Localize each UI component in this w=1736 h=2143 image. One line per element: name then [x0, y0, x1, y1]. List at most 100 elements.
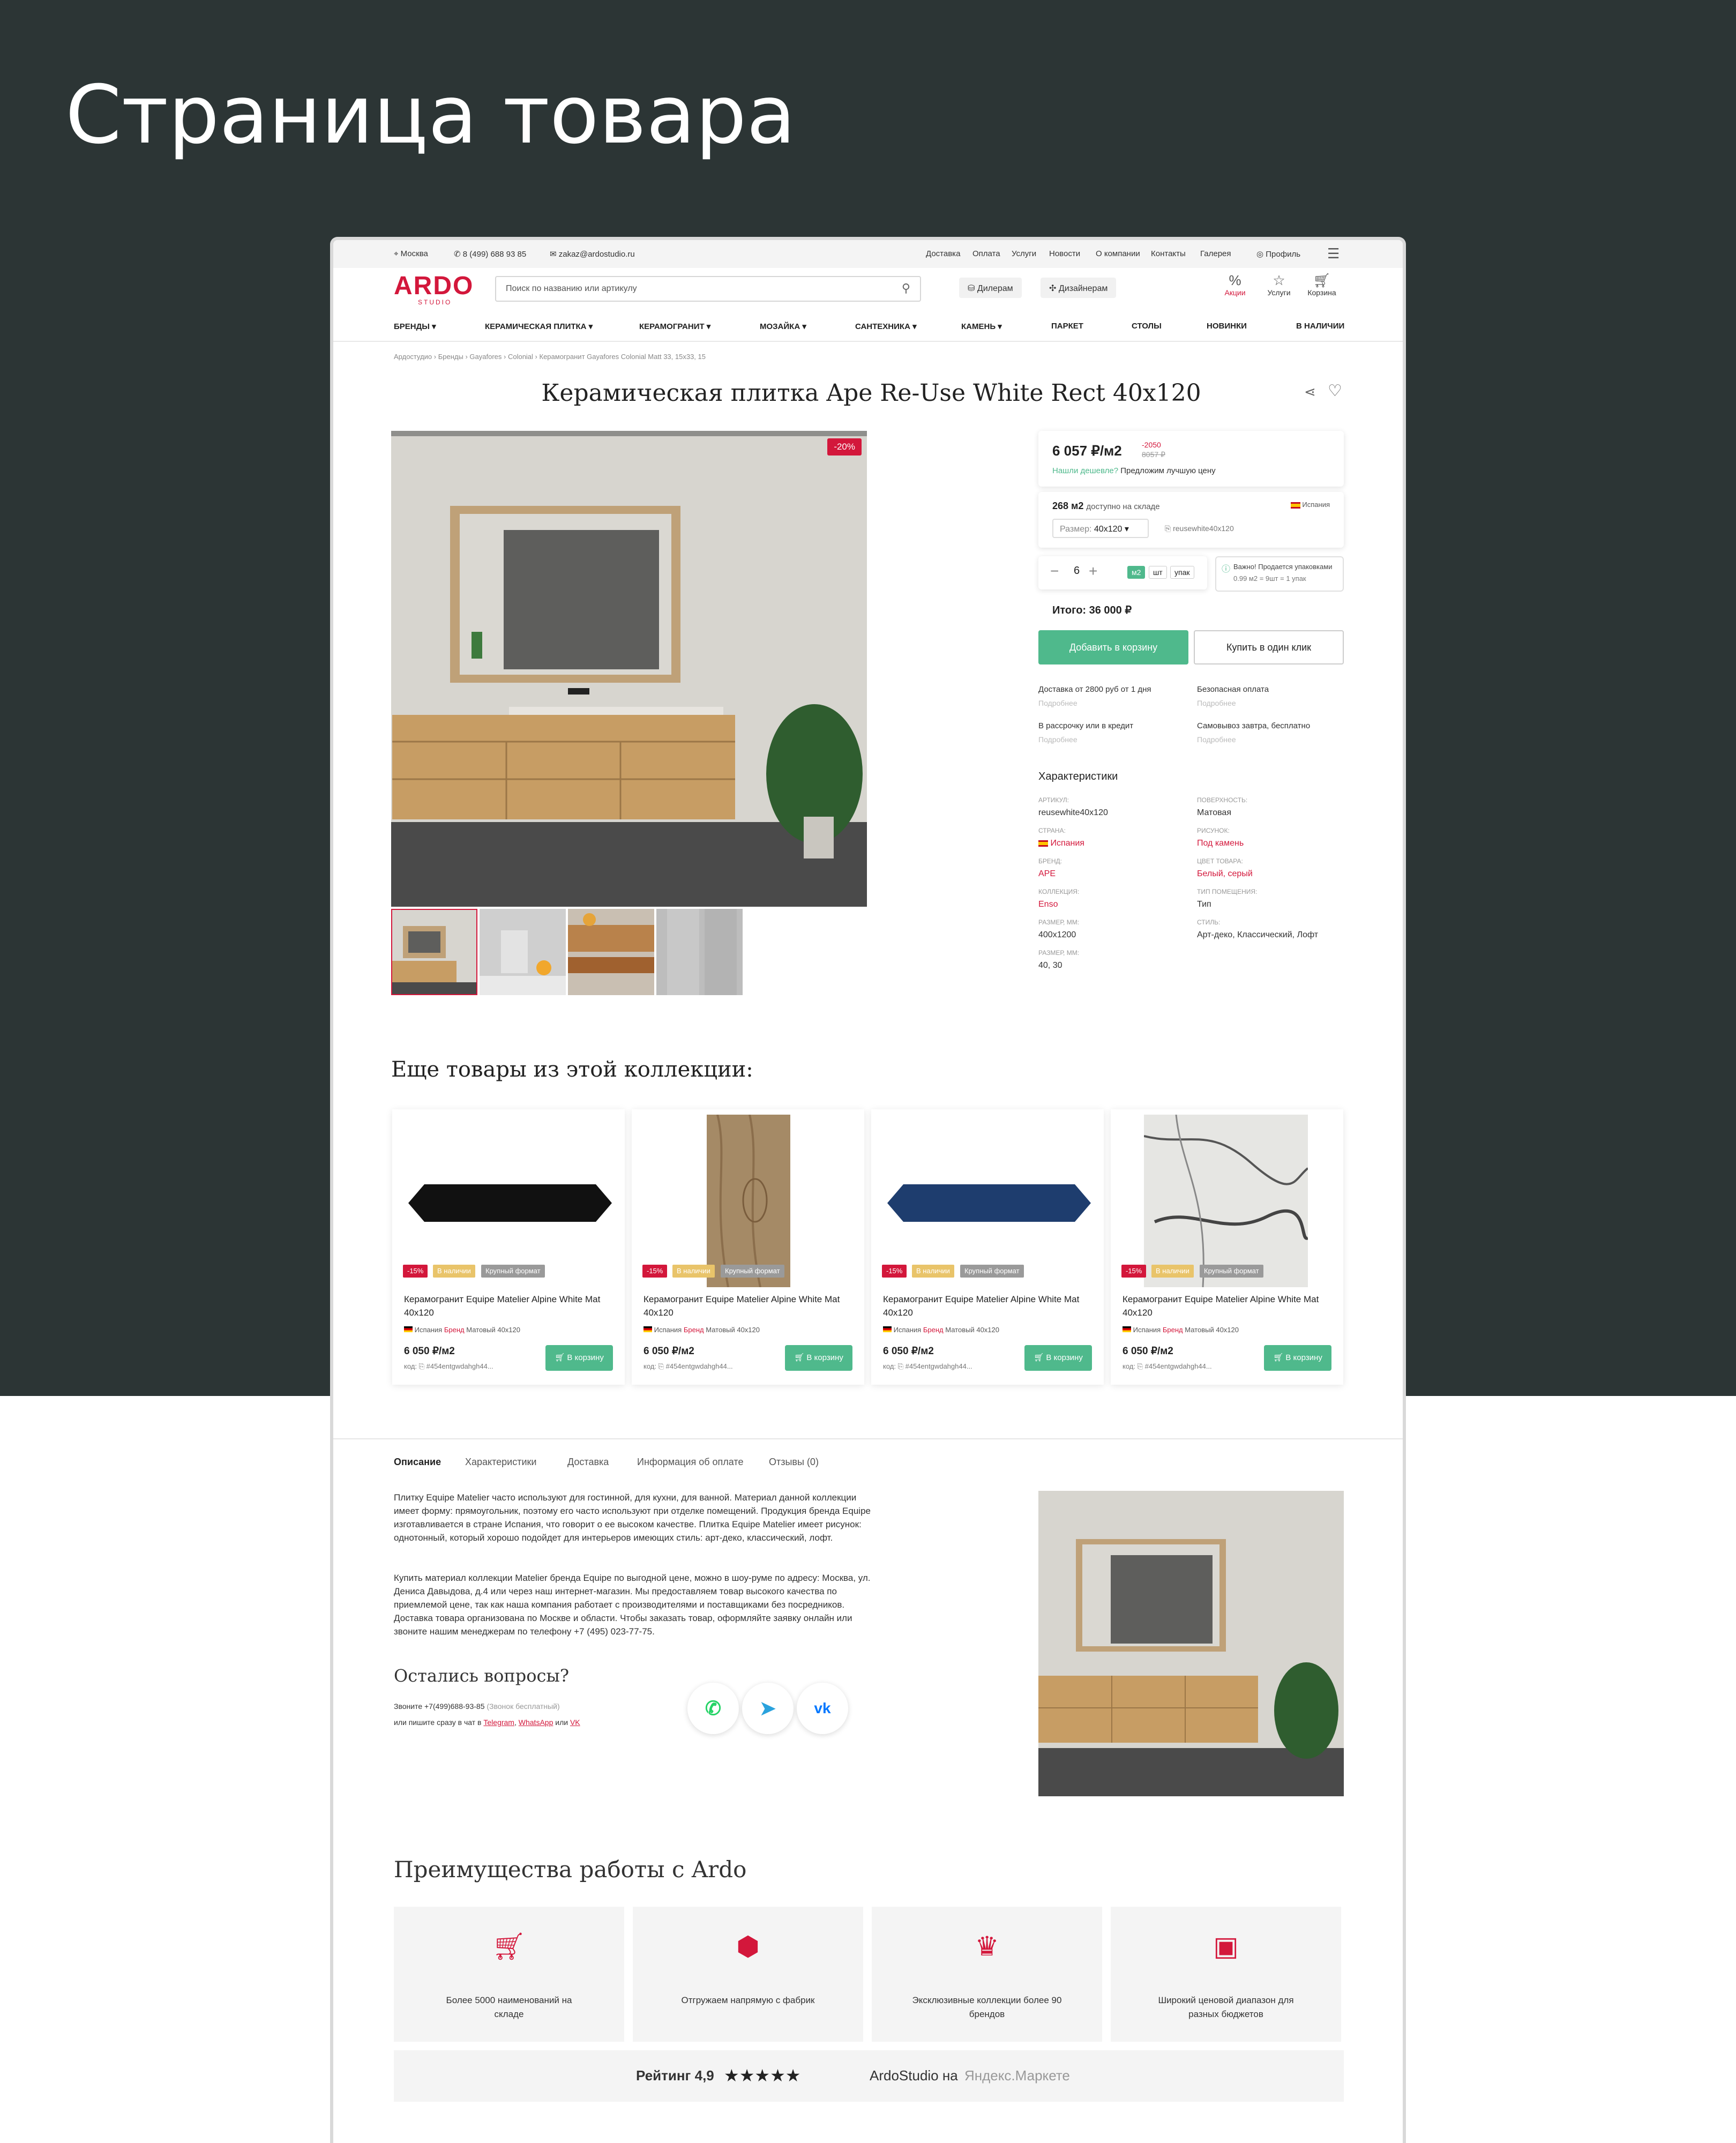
tab-description[interactable]: Описание — [394, 1457, 441, 1468]
toplink-payment[interactable]: Оплата — [972, 249, 1000, 258]
breadcrumb-item[interactable]: Colonial — [508, 353, 533, 361]
unit-pcs[interactable]: шт — [1149, 566, 1167, 579]
toplink-about[interactable]: О компании — [1096, 249, 1140, 258]
add-to-cart-button[interactable]: 🛒︎ В корзину — [785, 1345, 852, 1371]
unit-pack[interactable]: упак — [1170, 566, 1194, 579]
nav-porcelain[interactable]: КЕРАМОГРАНИТ ▾ — [639, 322, 710, 331]
tab-reviews[interactable]: Отзывы (0) — [769, 1457, 819, 1468]
nav-parquet[interactable]: ПАРКЕТ — [1051, 322, 1083, 331]
service-more-link[interactable]: Подробнее — [1197, 699, 1236, 707]
tab-specs[interactable]: Характеристики — [465, 1457, 536, 1468]
advantage-card: ♛ Эксклюзивные коллекции более 90 брендо… — [872, 1907, 1102, 2042]
service-credit: В рассрочку или в кредит — [1038, 721, 1134, 730]
spec-label: СТИЛЬ: — [1197, 919, 1221, 926]
quantity-value[interactable]: 6 — [1074, 565, 1080, 577]
product-meta: Испания Бренд Матовый 40x120 — [883, 1326, 999, 1334]
service-delivery: Доставка от 2800 руб от 1 дня — [1038, 685, 1151, 694]
telegram-icon[interactable]: ➤ — [742, 1683, 794, 1734]
nav-new[interactable]: НОВИНКИ — [1207, 322, 1247, 331]
nav-brands[interactable]: БРЕНДЫ ▾ — [394, 322, 436, 331]
rating-bar[interactable]: Рейтинг 4,9 ★★★★★ ArdoStudio на Яндекс.М… — [394, 2050, 1344, 2102]
designers-button[interactable]: ✣ Дизайнерам — [1041, 278, 1117, 298]
vk-link[interactable]: VK — [570, 1718, 580, 1727]
nav-tables[interactable]: СТОЛЫ — [1132, 322, 1162, 331]
email-link[interactable]: ✉ zakaz@ardostudio.ru — [550, 249, 635, 259]
product-card[interactable]: -15% В наличии Крупный формат Керамогран… — [632, 1109, 864, 1385]
description-paragraph: Плитку Equipe Matelier часто используют … — [394, 1492, 871, 1543]
pack-notice: ⓘ Важно! Продается упаковками 0.99 м2 = … — [1215, 556, 1344, 592]
nav-in-stock[interactable]: В НАЛИЧИИ — [1296, 322, 1344, 331]
product-name[interactable]: Керамогранит Equipe Matelier Alpine Whit… — [404, 1293, 613, 1319]
yandex-market-link[interactable]: Яндекс.Маркете — [964, 2067, 1070, 2084]
size-select[interactable]: Размер: 40x120 ▾ — [1052, 519, 1149, 538]
service-more-link[interactable]: Подробнее — [1038, 735, 1077, 744]
spec-label: КОЛЛЕКЦИЯ: — [1038, 888, 1080, 895]
heart-icon[interactable]: ♡ — [1328, 382, 1342, 400]
breadcrumb-item[interactable]: Ардостудио — [394, 353, 432, 361]
nav-mosaic[interactable]: МОЗАЙКА ▾ — [760, 322, 806, 331]
product-meta: Испания Бренд Матовый 40x120 — [404, 1326, 520, 1334]
logo[interactable]: ARDO — [394, 273, 474, 299]
toplink-news[interactable]: Новости — [1049, 249, 1080, 258]
toplink-contacts[interactable]: Контакты — [1151, 249, 1186, 258]
spec-value-link[interactable]: Испания — [1038, 839, 1084, 848]
add-to-cart-button[interactable]: 🛒︎ В корзину — [545, 1345, 613, 1371]
spec-value: 400x1200 — [1038, 930, 1076, 939]
spec-value: Арт-деко, Классический, Лофт — [1197, 930, 1319, 939]
cart-link[interactable]: 🛒︎ Корзина — [1303, 272, 1341, 297]
plus-button[interactable]: + — [1089, 563, 1097, 580]
thumbnail[interactable] — [568, 909, 654, 995]
city-selector[interactable]: ⌖ Москва — [394, 249, 428, 258]
spec-label: РАЗМЕР, ММ: — [1038, 949, 1080, 957]
thumbnail[interactable] — [391, 909, 477, 995]
product-name[interactable]: Керамогранит Equipe Matelier Alpine Whit… — [643, 1293, 852, 1319]
add-to-cart-button[interactable]: 🛒︎ В корзину — [1024, 1345, 1092, 1371]
service-more-link[interactable]: Подробнее — [1038, 699, 1077, 707]
spec-value-link[interactable]: Под камень — [1197, 839, 1244, 848]
product-card[interactable]: -15% В наличии Крупный формат Керамогран… — [392, 1109, 625, 1385]
breadcrumb-item[interactable]: Бренды — [438, 353, 463, 361]
thumbnail[interactable] — [656, 909, 743, 995]
minus-button[interactable]: − — [1050, 563, 1059, 580]
promo-link[interactable]: % Акции — [1216, 272, 1254, 297]
toplink-services[interactable]: Услуги — [1012, 249, 1036, 258]
product-card[interactable]: -15% В наличии Крупный формат Керамогран… — [1111, 1109, 1343, 1385]
unit-m2[interactable]: м2 — [1127, 566, 1146, 579]
telegram-link[interactable]: Telegram — [483, 1718, 514, 1727]
toplink-delivery[interactable]: Доставка — [926, 249, 960, 258]
search-input[interactable]: Поиск по названию или артикулу ⚲ — [495, 276, 921, 302]
breadcrumb-item[interactable]: Gayafores — [469, 353, 502, 361]
product-price: 6 050 ₽/м2 — [404, 1346, 455, 1357]
vk-icon[interactable]: vk — [797, 1683, 848, 1734]
toplink-gallery[interactable]: Галерея — [1200, 249, 1231, 258]
cheaper-link[interactable]: Нашли дешевле? — [1052, 466, 1118, 475]
buy-one-click-button[interactable]: Купить в один клик — [1194, 630, 1344, 664]
share-icon[interactable]: ⋖ — [1304, 384, 1316, 400]
spec-value-link[interactable]: Enso — [1038, 900, 1058, 909]
nav-plumbing[interactable]: САНТЕХНИКА ▾ — [855, 322, 917, 331]
nav-stone[interactable]: КАМЕНЬ ▾ — [961, 322, 1002, 331]
menu-icon[interactable]: ☰ — [1327, 245, 1340, 262]
nav-ceramic-tile[interactable]: КЕРАМИЧЕСКАЯ ПЛИТКА ▾ — [485, 322, 593, 331]
spec-value-link[interactable]: APE — [1038, 869, 1056, 879]
product-name[interactable]: Керамогранит Equipe Matelier Alpine Whit… — [883, 1293, 1092, 1319]
logo-subtitle: STUDIO — [418, 298, 452, 306]
whatsapp-link[interactable]: WhatsApp — [519, 1718, 553, 1727]
product-name[interactable]: Керамогранит Equipe Matelier Alpine Whit… — [1123, 1293, 1331, 1319]
tab-payment-info[interactable]: Информация об оплате — [637, 1457, 743, 1468]
add-to-cart-button[interactable]: 🛒︎ В корзину — [1264, 1345, 1331, 1371]
product-card[interactable]: -15% В наличии Крупный формат Керамогран… — [871, 1109, 1104, 1385]
search-icon[interactable]: ⚲ — [902, 281, 910, 295]
services-link[interactable]: ☆ Услуги — [1260, 272, 1298, 297]
phone-link[interactable]: ✆ 8 (499) 688 93 85 — [454, 249, 526, 259]
box-icon: ⬢ — [736, 1931, 760, 1961]
dealers-button[interactable]: ⛁ Дилерам — [959, 278, 1022, 298]
tab-delivery[interactable]: Доставка — [567, 1457, 609, 1468]
service-more-link[interactable]: Подробнее — [1197, 735, 1236, 744]
add-to-cart-button[interactable]: Добавить в корзину — [1038, 630, 1188, 664]
whatsapp-icon[interactable]: ✆ — [687, 1683, 739, 1734]
thumbnail[interactable] — [480, 909, 566, 995]
product-main-image[interactable]: -20% — [391, 431, 867, 907]
spec-value-link[interactable]: Белый, серый — [1197, 869, 1253, 879]
profile-link[interactable]: ◎ Профиль — [1256, 249, 1300, 259]
